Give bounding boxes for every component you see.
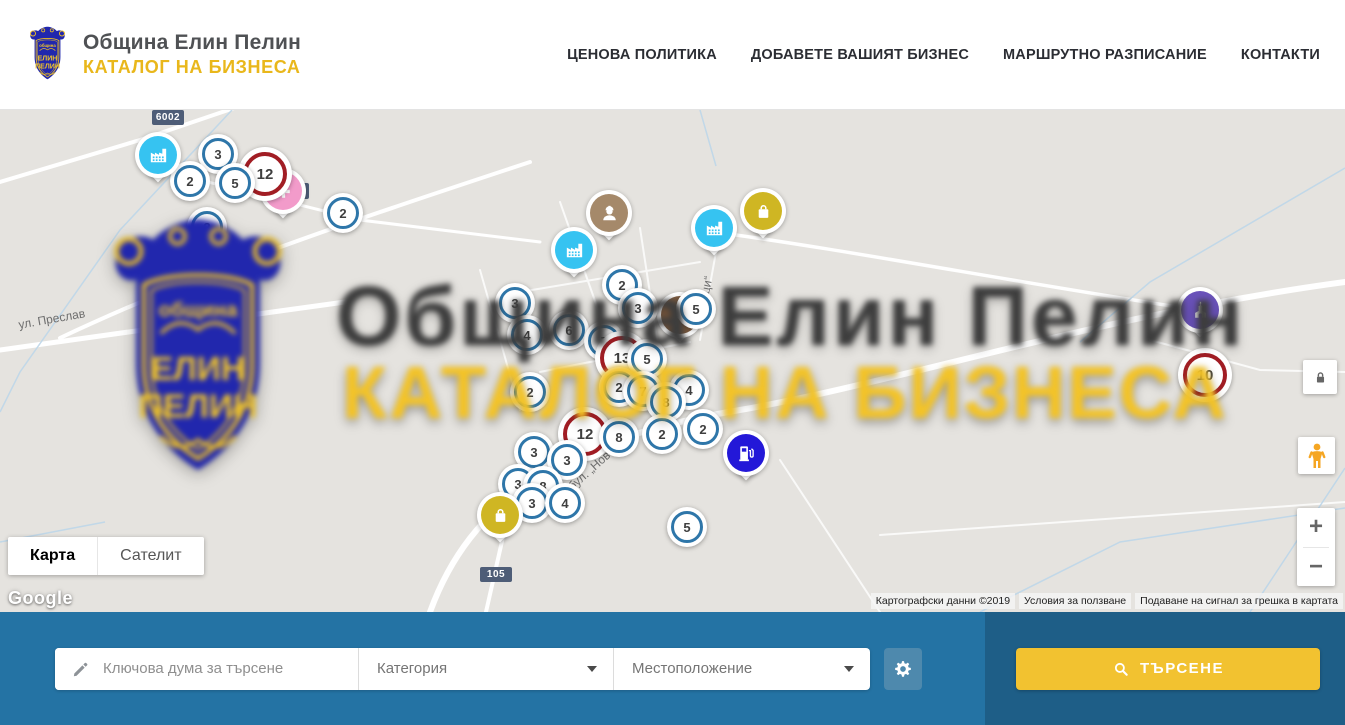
municipality-crest-logo: община ЕЛИН ПЕЛИН [24,25,71,85]
cluster-count: 12 [257,166,274,183]
category-select-value: Категория [359,660,447,677]
lock-button[interactable] [1303,360,1337,394]
keyword-search-input[interactable] [55,648,358,690]
factory-icon [147,144,170,167]
watermark-crest-logo: община ЕЛИН ПЕЛИН [85,214,311,494]
pin-circle [135,132,181,178]
search-submit-panel: ТЪРСЕНЕ [985,612,1345,725]
search-button-label: ТЪРСЕНЕ [1140,660,1224,677]
keyword-field-wrap [55,648,358,690]
cluster-count: 4 [561,496,568,511]
gear-icon [893,659,913,679]
pin-circle [723,430,769,476]
google-logo[interactable]: Google [8,588,73,609]
zoom-in-button[interactable]: + [1297,508,1335,547]
brand-title: Община Елин Пелин [83,31,301,55]
cluster-count: 2 [339,206,346,221]
watermark-logo-name2-text: ПЕЛИН [139,388,257,425]
watermark-logo-name1-text: ЕЛИН [151,351,245,388]
header: община ЕЛИН ПЕЛИН Община Елин Пелин КАТА… [0,0,1345,110]
bag-pin-marker[interactable] [740,188,786,241]
pegman-street-view-button[interactable] [1298,437,1335,474]
map-attribution: Картографски данни ©2019Условия за ползв… [871,593,1343,609]
fuel-icon [735,442,758,465]
fuel-pin-marker[interactable] [723,430,769,483]
cluster-count: 5 [231,176,238,191]
search-bar: Категория Местоположение ТЪРСЕНЕ [0,612,1345,725]
cluster-count: 2 [186,174,193,189]
pin-circle [691,205,737,251]
pin-circle [551,227,597,273]
cluster-count: 3 [530,445,537,460]
advanced-search-gear-button[interactable] [884,648,922,690]
bag-icon [752,200,775,223]
header-logo-name2-text: ПЕЛИН [35,63,60,70]
attribution-link[interactable]: Подаване на сигнал за грешка в картата [1135,593,1343,609]
search-fields-panel: Категория Местоположение [0,612,985,725]
header-logo-top-text: община [39,43,56,48]
pin-circle [740,188,786,234]
zoom-out-button[interactable]: − [1297,547,1335,586]
pegman-icon [1306,443,1328,469]
road-shield-label: 105 [480,567,512,582]
factory-icon [703,217,726,240]
bag-pin-marker[interactable] [477,492,523,545]
nav-contacts[interactable]: КОНТАКТИ [1241,47,1320,63]
bag-icon [489,504,512,527]
location-select-value: Местоположение [614,660,752,677]
search-button[interactable]: ТЪРСЕНЕ [1016,648,1320,690]
zoom-control: + − [1297,508,1335,586]
cluster-count: 5 [683,520,690,535]
map-canvas[interactable]: 6002105ул. Преславбул. „Новоселци“ 3 12 [0,110,1345,612]
brand-subtitle: КАТАЛОГ НА БИЗНЕСА [83,57,301,78]
cluster-marker[interactable]: 4 [545,483,585,523]
worker-icon [598,202,621,225]
cluster-marker[interactable]: 5 [667,507,707,547]
cluster-count: 3 [563,453,570,468]
chevron-down-icon [844,666,854,672]
map-type-satellite-button[interactable]: Сателит [98,537,203,575]
cluster-marker[interactable]: 2 [323,193,363,233]
lock-icon [1312,369,1329,386]
factory-pin-marker[interactable] [691,205,737,258]
map-type-map-button[interactable]: Карта [8,537,98,575]
main-nav: ЦЕНОВА ПОЛИТИКА ДОБАВЕТЕ ВАШИЯТ БИЗНЕС М… [567,47,1345,63]
road-shield-label: 6002 [152,110,184,125]
factory-icon [563,239,586,262]
header-logo-name1-text: ЕЛИН [38,55,58,62]
watermark-logo-top-text: община [159,299,239,322]
attribution-text: Картографски данни ©2019 [871,593,1015,609]
search-icon [1112,660,1130,678]
map-type-control: Карта Сателит [8,537,204,575]
watermark-subtitle: КАТАЛОГ НА БИЗНЕСА [342,350,1228,435]
pencil-icon [71,659,91,679]
nav-route-schedule[interactable]: МАРШРУТНО РАЗПИСАНИЕ [1003,47,1207,63]
nav-add-your-business[interactable]: ДОБАВЕТЕ ВАШИЯТ БИЗНЕС [751,47,969,63]
cluster-count: 3 [528,496,535,511]
pin-circle [477,492,523,538]
location-select[interactable]: Местоположение [613,648,870,690]
category-select[interactable]: Категория [358,648,613,690]
nav-pricing-policy[interactable]: ЦЕНОВА ПОЛИТИКА [567,47,717,63]
factory-pin-marker[interactable] [135,132,181,185]
cluster-marker[interactable]: 5 [215,163,255,203]
attribution-link[interactable]: Условия за ползване [1019,593,1131,609]
cluster-count: 3 [214,147,221,162]
chevron-down-icon [587,666,597,672]
brand[interactable]: община ЕЛИН ПЕЛИН Община Елин Пелин КАТА… [24,25,301,85]
